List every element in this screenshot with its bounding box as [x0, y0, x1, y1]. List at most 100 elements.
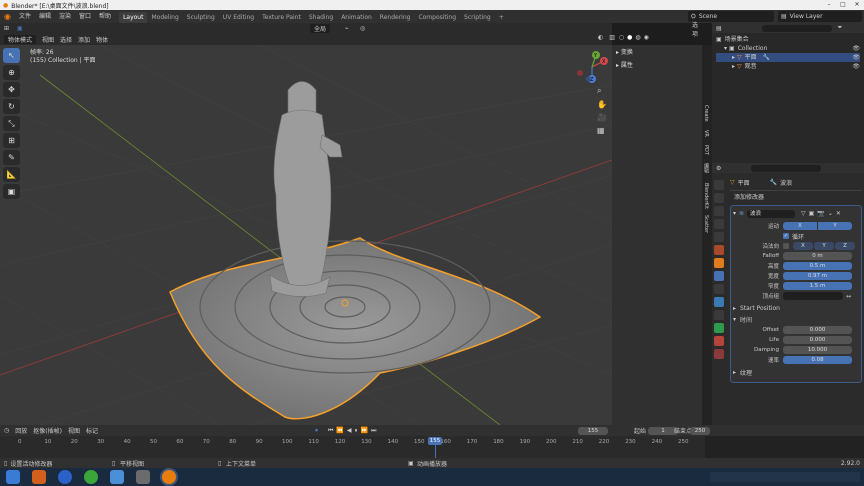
- taskbar-app-icon[interactable]: [32, 470, 46, 484]
- expand-icon[interactable]: ▸: [733, 305, 736, 312]
- tab-scatter[interactable]: Scatter: [703, 215, 709, 233]
- expand-icon[interactable]: ▸: [732, 53, 735, 62]
- filter-icon[interactable]: ⏷: [838, 24, 843, 32]
- narrowness-field[interactable]: 1.5 m: [783, 282, 852, 290]
- view-layer-tab-icon[interactable]: [714, 219, 724, 229]
- rendered-shading-icon[interactable]: ◉: [644, 34, 649, 41]
- solid-shading-icon[interactable]: ●: [627, 34, 632, 41]
- pause-icon[interactable]: ⏸: [355, 427, 358, 435]
- camera-view-icon[interactable]: 🎥: [597, 113, 611, 122]
- material-shading-icon[interactable]: ◍: [635, 34, 640, 41]
- render-tab-icon[interactable]: [714, 193, 724, 203]
- select-tool-icon[interactable]: ↖: [3, 48, 20, 63]
- properties-search[interactable]: [751, 164, 822, 172]
- view-menu[interactable]: 视图: [68, 426, 80, 435]
- transform-tool-icon[interactable]: ⊞: [3, 133, 20, 148]
- tab-blenderkit[interactable]: BlenderKit: [703, 183, 709, 209]
- jump-end-icon[interactable]: ⏭: [371, 427, 376, 435]
- close-icon[interactable]: ✕: [850, 0, 864, 10]
- marker-menu[interactable]: 标记: [86, 426, 98, 435]
- scene-tab-icon[interactable]: [714, 232, 724, 242]
- add-workspace-button[interactable]: +: [495, 12, 508, 23]
- scene-selector[interactable]: ⛭ Scene: [688, 11, 774, 22]
- keying-menu[interactable]: 抠像(插帧): [33, 426, 62, 435]
- falloff-field[interactable]: 0 m: [783, 252, 852, 260]
- offset-field[interactable]: 0.000: [783, 326, 852, 334]
- timeline-ruler[interactable]: 0 10 20 30 40 50 60 70 80 90 100 110 120 130 140 150 160…: [0, 436, 864, 458]
- maximize-icon[interactable]: □: [836, 0, 850, 10]
- viewport-toggle-icon[interactable]: ▣: [809, 210, 815, 217]
- end-frame-field[interactable]: 250: [690, 426, 710, 435]
- tab-layout[interactable]: Layout: [119, 11, 148, 23]
- render-toggle-icon[interactable]: 📷: [817, 210, 824, 217]
- outliner-item-statue[interactable]: ▸ ▽ 观音 👁: [716, 62, 860, 71]
- overlay-icon[interactable]: ◐: [598, 34, 603, 41]
- tab-edit[interactable]: 编辑: [703, 163, 710, 173]
- modifier-menu-icon[interactable]: ⌄: [828, 210, 833, 217]
- add-cube-tool-icon[interactable]: ▣: [3, 184, 20, 199]
- minimize-icon[interactable]: –: [822, 0, 836, 10]
- constraints-tab-icon[interactable]: [714, 310, 724, 320]
- normal-x-toggle[interactable]: X: [793, 242, 813, 250]
- cyclic-checkbox[interactable]: ✓: [783, 233, 789, 239]
- motion-x-toggle[interactable]: X: [783, 222, 817, 230]
- menu-edit[interactable]: 编辑: [35, 10, 55, 23]
- visibility-eye-icon[interactable]: 👁: [852, 44, 860, 53]
- timeline-editor-icon[interactable]: ◷: [4, 427, 9, 434]
- xray-icon[interactable]: ▥: [609, 34, 615, 41]
- output-tab-icon[interactable]: [714, 206, 724, 216]
- transform-orientation[interactable]: 全局: [310, 24, 331, 33]
- cursor-tool-icon[interactable]: ⊕: [3, 65, 20, 80]
- expand-icon[interactable]: ▸: [733, 369, 736, 376]
- zoom-icon[interactable]: ⌕: [597, 86, 611, 96]
- collapse-icon[interactable]: ▾: [733, 210, 736, 217]
- menu-select[interactable]: 选择: [60, 35, 72, 44]
- mode-selector[interactable]: 物体模式: [4, 35, 37, 44]
- annotate-tool-icon[interactable]: ✎: [3, 150, 20, 165]
- particles-tab-icon[interactable]: [714, 284, 724, 294]
- tab-pdt[interactable]: PDT: [703, 145, 709, 155]
- normal-z-toggle[interactable]: Z: [835, 242, 855, 250]
- vertex-group-field[interactable]: [783, 292, 843, 300]
- outliner-scene-collection[interactable]: ▣ 场景集合: [716, 35, 860, 44]
- menu-object[interactable]: 物体: [96, 35, 108, 44]
- speed-field[interactable]: 0.08: [783, 356, 852, 364]
- sidebar-transform[interactable]: ▸ 变换: [612, 45, 702, 58]
- outliner-search[interactable]: [761, 24, 832, 32]
- start-position-section[interactable]: ▸ Start Position: [733, 303, 859, 314]
- menu-file[interactable]: 文件: [15, 10, 35, 23]
- taskbar-app-icon[interactable]: [58, 470, 72, 484]
- height-field[interactable]: 0.5 m: [783, 262, 852, 270]
- editmode-toggle-icon[interactable]: ▽: [801, 210, 806, 217]
- along-normals-checkbox[interactable]: [783, 243, 789, 249]
- add-modifier-button[interactable]: 添加修改器: [730, 193, 862, 203]
- expand-icon[interactable]: ▸: [732, 62, 735, 71]
- menu-render[interactable]: 渲染: [55, 10, 75, 23]
- damping-field[interactable]: 10.000: [783, 346, 852, 354]
- modifier-name-field[interactable]: 波浪: [747, 209, 796, 218]
- object-tab-icon[interactable]: [714, 258, 724, 268]
- sidebar-properties[interactable]: ▸ 属性: [612, 58, 702, 71]
- menu-add[interactable]: 添加: [78, 35, 90, 44]
- material-tab-icon[interactable]: [714, 336, 724, 346]
- taskbar-app-icon[interactable]: [136, 470, 150, 484]
- pan-hand-icon[interactable]: ✋: [597, 100, 611, 109]
- 3d-viewport[interactable]: 帧率: 26 (155) Collection | 平面 X Y Z: [0, 45, 612, 425]
- tab-vr[interactable]: VR: [703, 130, 709, 137]
- modifier-tab-icon[interactable]: [714, 271, 724, 281]
- select-mode-icon[interactable]: ▣: [17, 25, 23, 32]
- proportional-edit-icon[interactable]: ◎: [360, 25, 365, 32]
- wireframe-shading-icon[interactable]: ○: [619, 34, 624, 41]
- prev-key-icon[interactable]: ⏪: [336, 427, 343, 434]
- tab-modeling[interactable]: Modeling: [147, 12, 182, 23]
- outliner-editor-icon[interactable]: ▤: [716, 25, 722, 32]
- blender-menu-icon[interactable]: ◉: [4, 12, 11, 21]
- next-key-icon[interactable]: ⏩: [361, 427, 368, 434]
- life-field[interactable]: 0.000: [783, 336, 852, 344]
- tab-create[interactable]: Create: [703, 105, 709, 122]
- tab-compositing[interactable]: Compositing: [414, 12, 460, 23]
- taskbar-app-icon[interactable]: [84, 470, 98, 484]
- tab-scripting[interactable]: Scripting: [460, 12, 495, 23]
- scale-tool-icon[interactable]: ⤡: [3, 116, 20, 131]
- physics-tab-icon[interactable]: [714, 297, 724, 307]
